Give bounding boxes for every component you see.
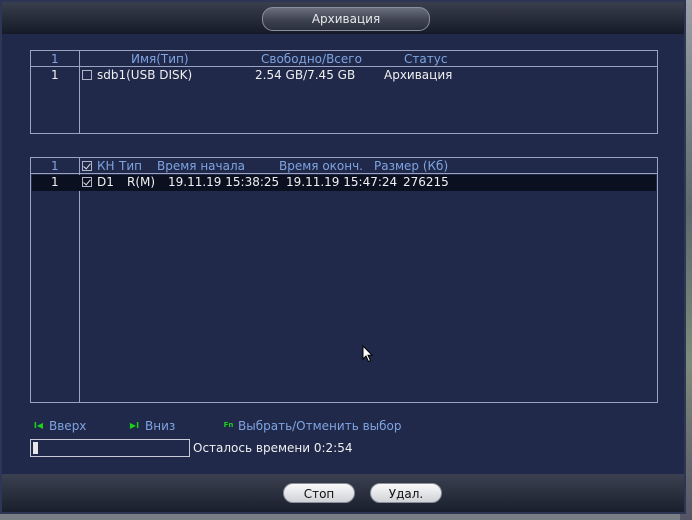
file-row-channel: D1 bbox=[97, 175, 114, 189]
title-bar: Архивация bbox=[2, 2, 684, 34]
file-table: 1 КН Тип Время начала Время оконч. Разме… bbox=[30, 157, 658, 403]
mouse-pointer-icon bbox=[362, 345, 374, 363]
time-remaining-text: Осталось времени 0:2:54 bbox=[193, 441, 353, 455]
file-index-header: 1 bbox=[51, 159, 59, 173]
file-row-start: 19.11.19 15:38:25 bbox=[168, 175, 280, 189]
file-row-index: 1 bbox=[51, 175, 59, 189]
backup-progress-fill bbox=[33, 442, 38, 454]
device-row-checkbox[interactable] bbox=[82, 70, 92, 80]
select-toggle-label: Выбрать/Отменить выбор bbox=[238, 419, 402, 433]
page-up-label: Вверх bbox=[49, 419, 87, 433]
file-row-end: 19.11.19 15:47:24 bbox=[286, 175, 398, 189]
file-row-checkbox[interactable] bbox=[82, 177, 92, 187]
dialog-footer: Стоп Удал. bbox=[2, 474, 684, 512]
device-name-header[interactable]: Имя(Тип) bbox=[131, 52, 189, 66]
header-divider bbox=[31, 66, 657, 67]
dialog-title: Архивация bbox=[262, 7, 430, 31]
file-size-header[interactable]: Размер (Кб) bbox=[374, 159, 448, 173]
file-row-size: 276215 bbox=[403, 175, 449, 189]
delete-button[interactable]: Удал. bbox=[370, 483, 442, 503]
page-up-icon: I◀ bbox=[33, 421, 44, 430]
backup-dialog: Архивация 1 Имя(Тип) Свободно/Всего Стат… bbox=[0, 0, 686, 514]
page-down-icon: ▶I bbox=[129, 421, 140, 430]
file-channel-header[interactable]: КН bbox=[97, 159, 115, 173]
backup-progress-bar bbox=[30, 439, 190, 457]
select-all-checkbox[interactable] bbox=[82, 161, 92, 171]
device-row-name: sdb1(USB DISK) bbox=[97, 68, 193, 82]
device-table: 1 Имя(Тип) Свободно/Всего Статус 1 sdb1(… bbox=[30, 50, 658, 134]
device-status-header[interactable]: Статус bbox=[404, 52, 447, 66]
fn-key-icon: Fn bbox=[223, 421, 234, 429]
device-row-free-total: 2.54 GB/7.45 GB bbox=[255, 68, 356, 82]
column-divider bbox=[79, 51, 80, 133]
file-end-header[interactable]: Время оконч. bbox=[279, 159, 363, 173]
device-row-status: Архивация bbox=[384, 68, 453, 82]
column-divider bbox=[79, 158, 80, 402]
file-row-type: R(M) bbox=[127, 175, 156, 189]
device-index-header: 1 bbox=[51, 52, 59, 66]
device-row-index: 1 bbox=[51, 68, 59, 82]
stop-button[interactable]: Стоп bbox=[283, 483, 355, 503]
header-divider bbox=[31, 173, 657, 174]
file-type-header[interactable]: Тип bbox=[119, 159, 142, 173]
device-free-total-header[interactable]: Свободно/Всего bbox=[261, 52, 362, 66]
file-row[interactable]: 1 D1 R(M) 19.11.19 15:38:25 19.11.19 15:… bbox=[32, 175, 656, 191]
file-start-header[interactable]: Время начала bbox=[157, 159, 245, 173]
page-down-label: Вниз bbox=[145, 419, 176, 433]
